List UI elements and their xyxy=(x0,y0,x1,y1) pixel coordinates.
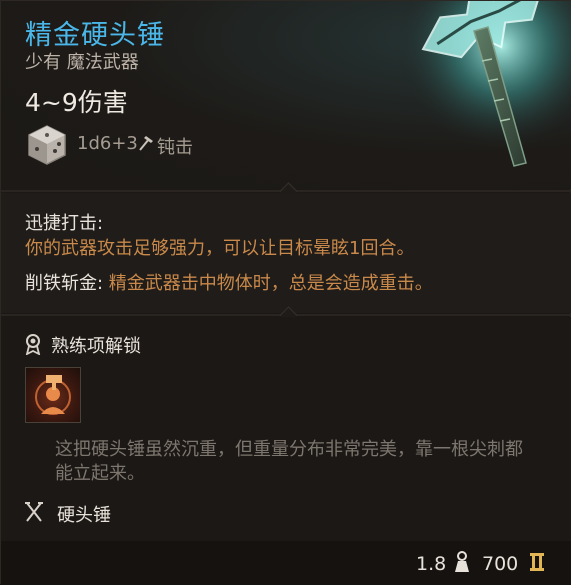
ability-title: 迅捷打击: xyxy=(25,213,104,234)
flavor-text: 这把硬头锤虽然沉重，但重量分布非常完美，靠一根尖刺都能立起来。 xyxy=(55,439,523,484)
ability-description: 你的武器攻击足够强力，可以让目标晕眩1回合。 xyxy=(25,238,415,259)
item-rarity-type: 少有 魔法武器 xyxy=(25,52,139,73)
weapon-type-label: 硬头锤 xyxy=(57,505,111,526)
ability-second-title: 削铁斩金: xyxy=(25,273,104,294)
price-value: 700 xyxy=(482,553,519,575)
damage-range: 4~9伤害 xyxy=(25,88,128,117)
weapon-art-icon xyxy=(396,1,571,181)
medal-icon xyxy=(25,334,41,355)
ability-second: 削铁斩金: 精金武器击中物体时，总是会造成重击。 xyxy=(25,269,433,295)
skill-icon[interactable] xyxy=(25,367,81,423)
proficiency-title: 熟练项解锁 xyxy=(51,336,141,357)
hammer-small-icon xyxy=(139,136,153,151)
crossed-weapons-icon xyxy=(25,502,43,522)
dice-icon xyxy=(28,125,66,165)
item-tooltip: 精金硬头锤 少有 魔法武器 4~9伤害 1d6+3 钝击 迅捷打击: 你的武器攻… xyxy=(0,0,571,585)
dice-formula: 1d6+3 xyxy=(77,133,138,154)
skill-figure-icon xyxy=(35,375,71,415)
item-name: 精金硬头锤 xyxy=(25,20,165,51)
weight-icon xyxy=(455,551,469,572)
ability-second-description: 精金武器击中物体时，总是会造成重击。 xyxy=(103,273,433,294)
weight-value: 1.8 xyxy=(416,553,447,575)
gold-icon xyxy=(530,553,544,571)
damage-type: 钝击 xyxy=(157,137,193,158)
